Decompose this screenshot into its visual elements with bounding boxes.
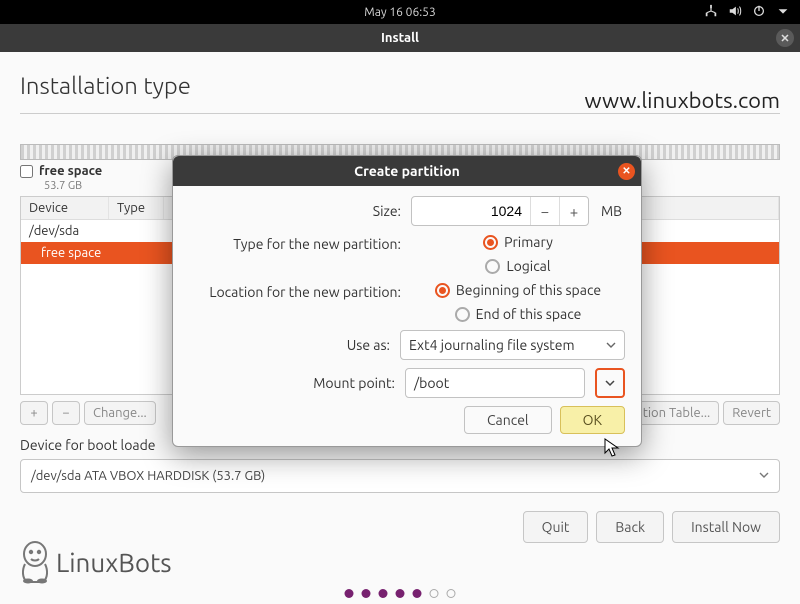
divider [20, 113, 780, 114]
network-icon[interactable] [704, 4, 718, 21]
dot [396, 589, 405, 598]
dialog-buttons: Cancel OK [189, 406, 625, 434]
size-label: Size: [189, 203, 411, 219]
size-spinner: − + [411, 196, 589, 226]
type-label: Type for the new partition: [189, 234, 411, 252]
system-tray[interactable] [704, 4, 790, 21]
dot [362, 589, 371, 598]
row-device: /dev/sda [29, 224, 79, 238]
dialog-title: Create partition [354, 163, 460, 179]
dialog-close-button[interactable]: ✕ [618, 163, 635, 180]
watermark: www.linuxbots.com [585, 88, 780, 113]
remove-button[interactable]: − [52, 401, 80, 425]
window-titlebar: Install ✕ [0, 24, 800, 52]
row-device: free space [41, 246, 101, 260]
mountpoint-value: /boot [414, 375, 449, 391]
location-beginning-radio[interactable]: Beginning of this space [435, 282, 601, 298]
radio-icon [485, 259, 500, 274]
size-increment[interactable]: + [560, 203, 588, 220]
chevron-down-icon[interactable] [776, 4, 790, 21]
back-button[interactable]: Back [596, 511, 664, 543]
dot [413, 589, 422, 598]
progress-dots [345, 589, 456, 598]
location-label: Location for the new partition: [189, 282, 411, 300]
window-title: Install [381, 31, 419, 45]
type-primary-radio[interactable]: Primary [483, 234, 553, 250]
power-icon[interactable] [752, 4, 766, 21]
dot [430, 589, 439, 598]
volume-icon[interactable] [728, 4, 742, 21]
penguin-icon [16, 540, 54, 584]
radio-icon [435, 283, 450, 298]
type-logical-radio[interactable]: Logical [485, 258, 550, 274]
freespace-label: free space [39, 164, 102, 178]
linuxbots-logo: LinuxBots [16, 540, 172, 584]
useas-value: Ext4 journaling file system [409, 337, 575, 353]
install-button[interactable]: Install Now [672, 511, 780, 543]
dot [345, 589, 354, 598]
bootloader-value: /dev/sda ATA VBOX HARDDISK (53.7 GB) [31, 469, 265, 483]
freespace-checkbox[interactable] [20, 165, 33, 178]
size-input[interactable] [412, 203, 530, 219]
location-end-radio[interactable]: End of this space [455, 306, 582, 322]
mountpoint-input[interactable]: /boot [405, 368, 585, 398]
change-button[interactable]: Change... [84, 401, 156, 425]
cancel-button[interactable]: Cancel [464, 406, 552, 434]
gnome-topbar: May 16 06:53 [0, 0, 800, 24]
dot [447, 589, 456, 598]
col-device[interactable]: Device [21, 197, 109, 219]
size-unit: MB [601, 203, 622, 219]
ok-button[interactable]: OK [560, 406, 625, 434]
mountpoint-dropdown-button[interactable] [595, 368, 625, 398]
bootloader-select[interactable]: /dev/sda ATA VBOX HARDDISK (53.7 GB) [20, 459, 780, 493]
add-button[interactable]: + [20, 401, 48, 425]
useas-combo[interactable]: Ext4 journaling file system [400, 330, 625, 360]
useas-label: Use as: [189, 337, 400, 353]
size-decrement[interactable]: − [531, 203, 559, 220]
logo-text: LinuxBots [56, 548, 172, 577]
wizard-buttons: Quit Back Install Now [0, 511, 800, 543]
dot [379, 589, 388, 598]
chevron-down-icon [759, 469, 769, 483]
window-close-button[interactable]: ✕ [776, 29, 794, 47]
clock[interactable]: May 16 06:53 [364, 6, 435, 19]
dialog-titlebar: Create partition ✕ [173, 156, 641, 186]
quit-button[interactable]: Quit [523, 511, 589, 543]
revert-button[interactable]: Revert [723, 401, 780, 425]
radio-icon [455, 307, 470, 322]
radio-icon [483, 235, 498, 250]
col-type[interactable]: Type [109, 197, 164, 219]
create-partition-dialog: Create partition ✕ Size: − + MB Type for… [172, 155, 642, 447]
mountpoint-label: Mount point: [189, 375, 405, 391]
chevron-down-icon [606, 337, 616, 353]
